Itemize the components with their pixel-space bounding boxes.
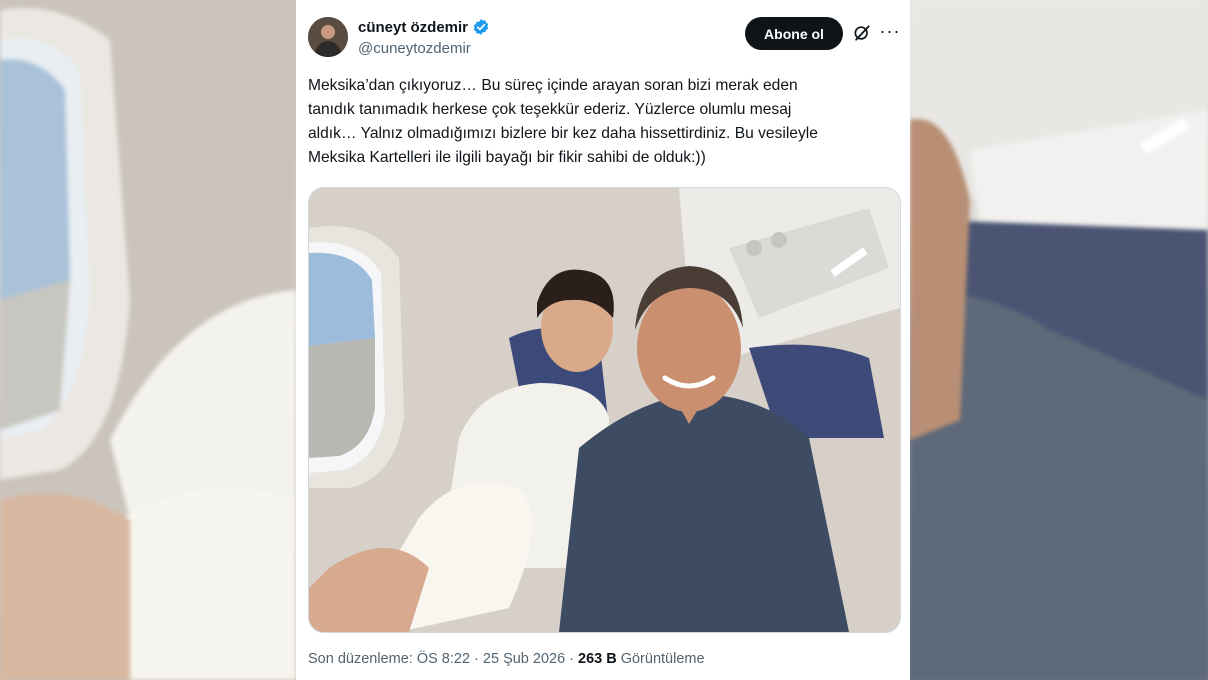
tweet-text-line: tanıdık tanımadık herkese çok teşekkür e… bbox=[308, 101, 792, 118]
tweet-photo-image bbox=[309, 188, 900, 632]
tweet-photo[interactable] bbox=[308, 187, 901, 633]
tweet-meta: Son düzenleme: ÖS 8:22 · 25 Şub 2026 · 2… bbox=[308, 651, 705, 667]
background-photo-left bbox=[0, 0, 296, 680]
edited-timestamp[interactable]: Son düzenleme: ÖS 8:22 · 25 Şub 2026 · bbox=[308, 651, 574, 667]
tweet-text: Meksika’dan çıkıyoruz… Bu süreç içinde a… bbox=[308, 74, 898, 170]
cabin-blur bbox=[910, 0, 1208, 680]
author-handle[interactable]: @cuneytozdemir bbox=[358, 40, 471, 57]
more-options-icon[interactable]: ··· bbox=[879, 22, 901, 44]
background-photo-right bbox=[910, 0, 1208, 680]
airplane-window-blur bbox=[0, 0, 296, 680]
follow-button[interactable]: Abone ol bbox=[745, 17, 843, 50]
views-label: Görüntüleme bbox=[620, 651, 705, 667]
grok-icon[interactable] bbox=[852, 23, 872, 43]
author-name[interactable]: cüneyt özdemir bbox=[358, 19, 468, 36]
avatar-image bbox=[308, 17, 348, 57]
tweet-text-line: Meksika Kartelleri ile ilgili bayağı bir… bbox=[308, 149, 706, 166]
tweet-card: cüneyt özdemir @cuneytozdemir Abone ol ·… bbox=[296, 0, 910, 680]
views-count: 263 B bbox=[578, 651, 617, 667]
verified-badge-icon bbox=[473, 19, 489, 35]
tweet-text-line: aldık… Yalnız olmadığımızı bizlere bir k… bbox=[308, 125, 818, 142]
avatar[interactable] bbox=[308, 17, 348, 57]
author-name-row[interactable]: cüneyt özdemir bbox=[358, 18, 490, 36]
tweet-text-line: Meksika’dan çıkıyoruz… Bu süreç içinde a… bbox=[308, 77, 798, 94]
